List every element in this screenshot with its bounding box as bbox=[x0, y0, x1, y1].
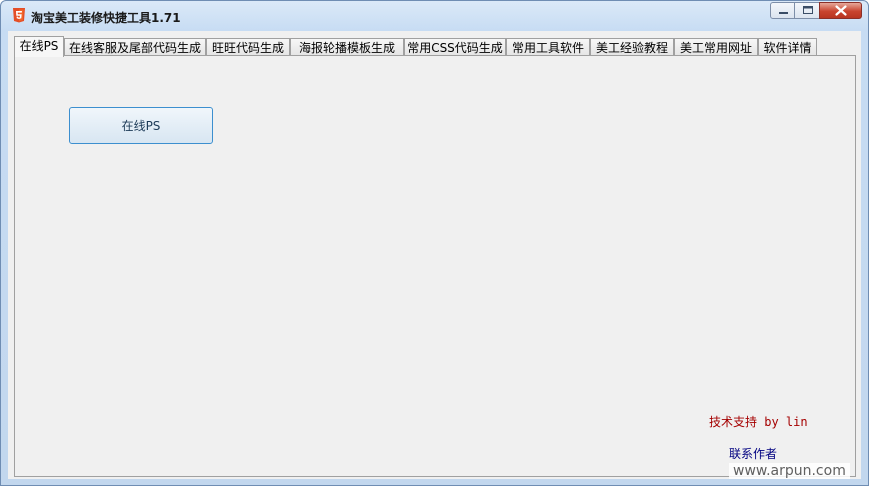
window-title: 淘宝美工装修快捷工具1.71 bbox=[31, 11, 181, 25]
tab-common-tools[interactable]: 常用工具软件 bbox=[506, 38, 590, 56]
minimize-icon bbox=[771, 3, 794, 22]
tab-css-code[interactable]: 常用CSS代码生成 bbox=[404, 38, 506, 56]
tab-wangwang-code[interactable]: 旺旺代码生成 bbox=[206, 38, 290, 56]
title-bar[interactable]: 淘宝美工装修快捷工具1.71 bbox=[1, 1, 868, 31]
tab-panel-online-ps: 在线PS 技术支持 by lin 联系作者 bbox=[14, 55, 856, 477]
close-button[interactable] bbox=[819, 2, 862, 19]
tab-software-details[interactable]: 软件详情 bbox=[758, 38, 817, 56]
client-area: 在线PS 在线客服及尾部代码生成 旺旺代码生成 海报轮播模板生成 常用CSS代码… bbox=[8, 31, 861, 479]
maximize-button[interactable] bbox=[794, 2, 820, 19]
tab-customer-service-code[interactable]: 在线客服及尾部代码生成 bbox=[64, 38, 206, 56]
html5-icon bbox=[12, 7, 26, 23]
maximize-icon bbox=[795, 3, 819, 22]
app-window: 淘宝美工装修快捷工具1.71 在线PS 在线客服及尾部代码生成 旺旺代码生成 海… bbox=[0, 0, 869, 486]
tab-common-urls[interactable]: 美工常用网址 bbox=[674, 38, 758, 56]
tech-support-text: 技术支持 by lin bbox=[709, 415, 808, 429]
tab-poster-carousel[interactable]: 海报轮播模板生成 bbox=[290, 38, 404, 56]
close-icon bbox=[820, 3, 861, 22]
contact-author-link[interactable]: 联系作者 bbox=[729, 445, 777, 462]
online-ps-button[interactable]: 在线PS bbox=[69, 107, 213, 144]
watermark-text: www.arpun.com bbox=[729, 463, 850, 479]
tab-design-tutorials[interactable]: 美工经验教程 bbox=[590, 38, 674, 56]
minimize-button[interactable] bbox=[770, 2, 795, 19]
tab-online-ps[interactable]: 在线PS bbox=[14, 36, 64, 57]
